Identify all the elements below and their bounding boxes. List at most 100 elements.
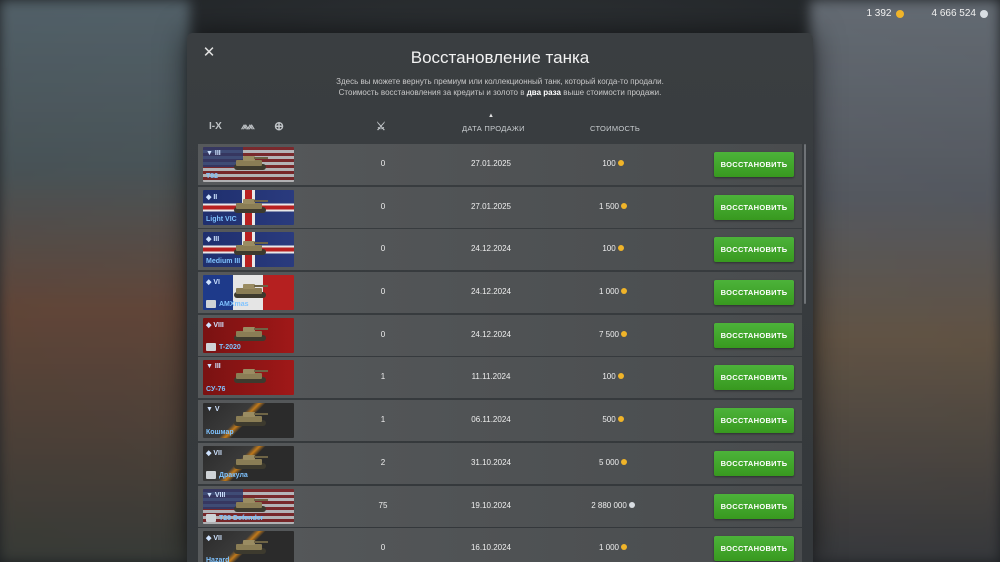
battles-count: 75 (378, 500, 388, 510)
tank-name: Hazard (206, 557, 230, 562)
restore-button[interactable]: ВОССТАНОВИТЬ (714, 536, 794, 562)
tank-card[interactable]: ◆ III Medium III (203, 232, 294, 268)
tank-card[interactable]: ▼ VIII T28 Defender (203, 488, 294, 524)
restore-button[interactable]: ВОССТАНОВИТЬ (714, 493, 794, 519)
gold-amount: 1 392 (866, 8, 892, 19)
tank-icon (234, 284, 268, 299)
restore-button[interactable]: ВОССТАНОВИТЬ (714, 152, 794, 177)
sort-arrow-icon: ▲ (488, 113, 494, 119)
dialog-description: Здесь вы можете вернуть премиум или колл… (187, 76, 813, 98)
description-bold: два раза (526, 88, 562, 97)
restore-button[interactable]: ВОССТАНОВИТЬ (714, 280, 794, 306)
tank-tier: ▼ III (206, 150, 221, 157)
tank-list: ▼ III T82 0 27.01.2025 100 ВОССТАНОВИТЬ … (198, 144, 802, 562)
tank-icon (234, 497, 268, 512)
gold-coin-icon (621, 458, 628, 465)
cost-value: 1 000 (598, 287, 620, 297)
restore-button[interactable]: ВОССТАНОВИТЬ (714, 365, 794, 391)
sale-date: 11.11.2024 (471, 372, 511, 382)
collectible-badge-icon (206, 513, 216, 522)
tier-filter-icon[interactable]: I-X (209, 121, 222, 132)
restore-button[interactable]: ВОССТАНОВИТЬ (714, 450, 794, 476)
silver-balance: 4 666 524 (932, 8, 988, 19)
cost-value: 500 (602, 415, 616, 425)
restore-button[interactable]: ВОССТАНОВИТЬ (714, 237, 794, 263)
nation-filter-icon[interactable]: ⊕ (274, 119, 284, 133)
sale-date: 27.01.2025 (470, 159, 512, 168)
tank-name: Light VIC (206, 215, 237, 223)
tank-icon (234, 369, 268, 384)
battles-count: 2 (380, 457, 386, 467)
restore-cost: 1 000 (578, 543, 648, 552)
gold-coin-icon (621, 544, 628, 551)
currency-bar: 1 392 4 666 524 (866, 8, 988, 19)
tank-icon (234, 326, 268, 341)
restore-tank-dialog: ✕ Восстановление танка Здесь вы можете в… (187, 33, 813, 562)
battles-count: 0 (380, 159, 386, 168)
tank-icon (234, 454, 268, 469)
gold-coin-icon (617, 160, 624, 166)
tank-name: T28 Defender (219, 514, 264, 522)
tank-tier: ▼ VIII (206, 491, 226, 499)
tank-card[interactable]: ▼ III T82 (203, 147, 294, 182)
restore-cost: 1 500 (578, 202, 648, 211)
crossed-swords-icon[interactable]: ⚔ (376, 120, 386, 133)
restore-button[interactable]: ВОССТАНОВИТЬ (714, 322, 794, 348)
sale-date: 16.10.2024 (470, 543, 512, 553)
tank-card[interactable]: ◆ VII Дракула (203, 445, 294, 481)
type-filter-icon[interactable]: ⩕⩕ (241, 121, 255, 132)
restore-cost: 100 (578, 372, 648, 381)
cost-value: 1 000 (598, 543, 620, 553)
tank-card[interactable]: ◆ VI AMXmas (203, 275, 294, 311)
tank-tier: ◆ VIII (206, 321, 224, 329)
table-row: ◆ III Medium III 0 24.12.2024 100 ВОССТА… (198, 229, 802, 271)
background-right (810, 0, 1000, 562)
tank-tier: ▼ V (206, 406, 220, 414)
description-line-1: Здесь вы можете вернуть премиум или колл… (336, 77, 664, 86)
dialog-title: Восстановление танка (410, 48, 590, 67)
table-row: ◆ VIII T-2020 0 24.12.2024 7 500 ВОССТАН… (198, 314, 802, 356)
tank-tier: ◆ VII (206, 535, 222, 543)
restore-cost: 7 500 (578, 330, 648, 339)
column-header-date[interactable]: ДАТА ПРОДАЖИ (462, 124, 525, 133)
gold-balance: 1 392 (866, 8, 904, 19)
tank-card[interactable]: ▼ V Кошмар (203, 403, 294, 439)
tank-card[interactable]: ◆ II Light VIC (203, 189, 294, 225)
sale-date: 31.10.2024 (470, 457, 512, 467)
filter-toolbar: I-X ⩕⩕ ⊕ ⚔ ▲ ДАТА ПРОДАЖИ СТОИМОСТЬ (187, 113, 813, 137)
cost-value: 100 (602, 244, 616, 254)
table-row: ▼ III СУ-76 1 11.11.2024 100 ВОССТАНОВИТ… (198, 357, 802, 399)
collectible-badge-icon (206, 342, 216, 351)
gold-coin-icon (617, 416, 624, 423)
description-text-end: выше стоимости продажи. (561, 88, 662, 97)
description-line-2: Стоимость восстановления за кредиты и зо… (187, 87, 813, 98)
sale-date: 19.10.2024 (470, 500, 512, 510)
cost-value: 5 000 (598, 457, 620, 467)
tank-name: Кошмар (206, 429, 234, 437)
battles-count: 0 (380, 244, 386, 254)
tank-card[interactable]: ◆ VIII T-2020 (203, 317, 294, 353)
tank-tier: ◆ VI (206, 279, 220, 287)
sale-date: 24.12.2024 (470, 329, 512, 339)
tank-name: AMXmas (219, 301, 249, 309)
table-row: ▼ V Кошмар 1 06.11.2024 500 ВОССТАНОВИТЬ (198, 400, 802, 442)
table-row: ◆ VII Hazard 0 16.10.2024 1 000 ВОССТАНО… (198, 528, 802, 562)
tank-card[interactable]: ▼ III СУ-76 (203, 360, 294, 396)
sale-date: 27.01.2025 (470, 201, 512, 211)
scrollbar[interactable] (804, 144, 806, 304)
collectible-badge-icon (206, 300, 216, 309)
silver-coin-icon (980, 9, 988, 18)
tank-icon (234, 241, 268, 256)
column-header-cost[interactable]: СТОИМОСТЬ (590, 124, 640, 133)
restore-button[interactable]: ВОССТАНОВИТЬ (714, 408, 794, 434)
battles-count: 0 (380, 329, 386, 339)
tank-name: СУ-76 (206, 386, 226, 394)
tank-tier: ◆ II (206, 193, 218, 201)
gold-coin-icon (895, 9, 904, 18)
tank-card[interactable]: ◆ VII Hazard (203, 531, 294, 562)
silver-coin-icon (628, 501, 635, 508)
cost-value: 1 500 (598, 201, 620, 211)
restore-button[interactable]: ВОССТАНОВИТЬ (714, 194, 794, 220)
collectible-badge-icon (206, 470, 216, 479)
sale-date: 24.12.2024 (470, 244, 512, 254)
